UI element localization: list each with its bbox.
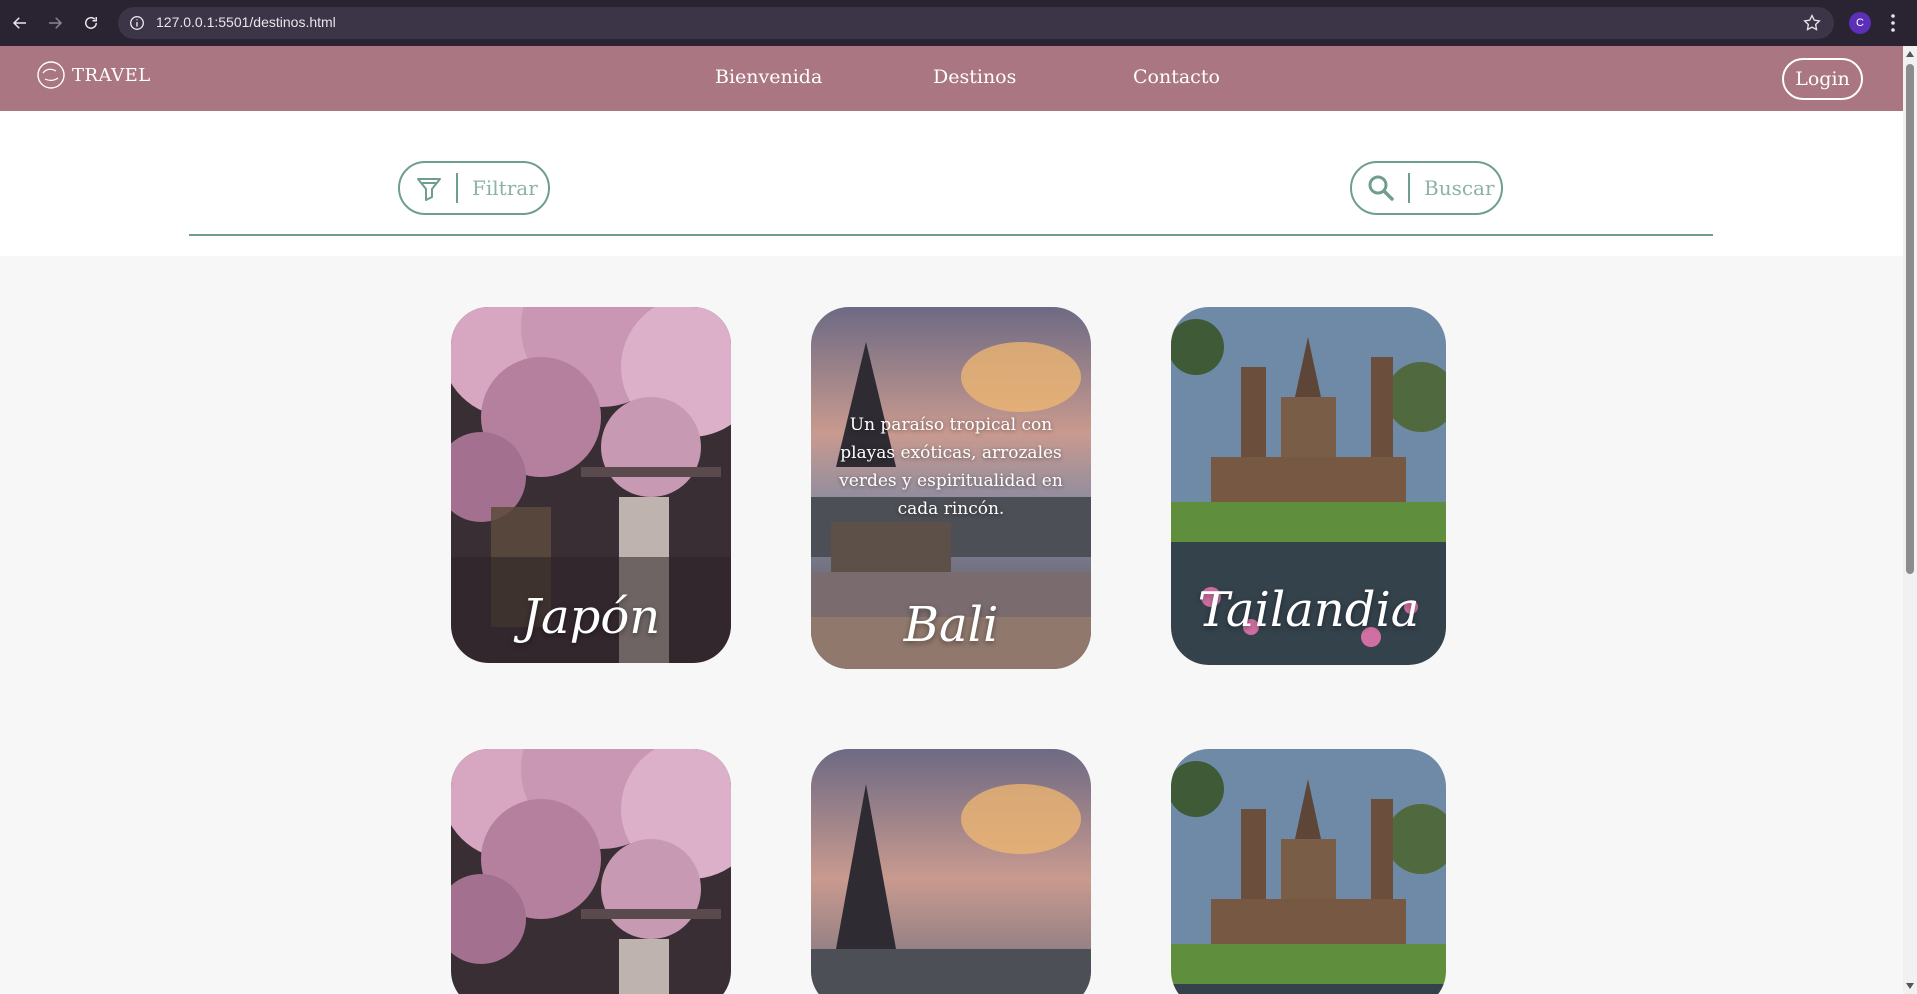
destination-card-tailandia[interactable]: Tailandia — [1171, 307, 1446, 665]
nav-destinos[interactable]: Destinos — [933, 66, 1016, 88]
forward-arrow-icon[interactable] — [44, 12, 66, 34]
back-arrow-icon[interactable] — [9, 12, 31, 34]
profile-avatar[interactable]: C — [1849, 12, 1871, 34]
scrollbar-thumb[interactable] — [1906, 64, 1914, 574]
cherry-blossom-image — [451, 749, 731, 994]
toolbar-divider — [189, 234, 1713, 236]
bali-temple-image — [811, 749, 1091, 994]
scroll-up-arrow[interactable] — [1906, 51, 1914, 57]
filter-button[interactable]: Filtrar — [398, 161, 550, 215]
card-title: Japón — [521, 589, 661, 645]
page-scrollbar[interactable] — [1903, 46, 1917, 994]
logo[interactable]: TRAVEL — [36, 60, 151, 90]
destination-card[interactable] — [811, 749, 1091, 994]
thai-temple-image — [1171, 749, 1446, 994]
destination-card[interactable] — [1171, 749, 1446, 994]
filter-label: Filtrar — [472, 176, 538, 200]
site-info-icon[interactable] — [128, 14, 146, 32]
bookmark-star-icon[interactable] — [1802, 13, 1822, 33]
brand-name: TRAVEL — [72, 64, 151, 86]
menu-kebab-icon[interactable] — [1885, 12, 1901, 34]
nav-contacto[interactable]: Contacto — [1133, 66, 1220, 88]
scroll-down-arrow[interactable] — [1906, 983, 1914, 989]
reload-icon[interactable] — [80, 12, 102, 34]
destination-card[interactable] — [451, 749, 731, 994]
card-title: Bali — [903, 597, 999, 653]
destination-card-japon[interactable]: Japón — [451, 307, 731, 663]
destination-card-bali[interactable]: Un paraíso tropical con playas exóticas,… — [811, 307, 1091, 669]
card-description: Un paraíso tropical con playas exóticas,… — [839, 415, 1063, 519]
logo-icon — [37, 61, 65, 89]
search-label: Buscar — [1424, 176, 1495, 200]
browser-toolbar: 127.0.0.1:5501/destinos.html C — [0, 0, 1917, 46]
card-title: Tailandia — [1197, 582, 1420, 638]
search-button[interactable]: Buscar — [1350, 161, 1503, 215]
site-header: TRAVEL Bienvenida Destinos Contacto Logi… — [0, 46, 1903, 111]
login-button[interactable]: Login — [1782, 58, 1863, 100]
filter-search-bar: Filtrar Buscar — [0, 111, 1903, 256]
search-separator — [1408, 173, 1410, 203]
search-icon — [1368, 175, 1394, 201]
url-text[interactable]: 127.0.0.1:5501/destinos.html — [156, 14, 336, 30]
nav-bienvenida[interactable]: Bienvenida — [715, 66, 822, 88]
destinations-grid: Japón Un paraíso tropical con playas exó… — [0, 256, 1903, 994]
filter-funnel-icon — [417, 178, 441, 201]
filter-separator — [456, 173, 458, 203]
address-bar[interactable]: 127.0.0.1:5501/destinos.html — [118, 7, 1834, 39]
